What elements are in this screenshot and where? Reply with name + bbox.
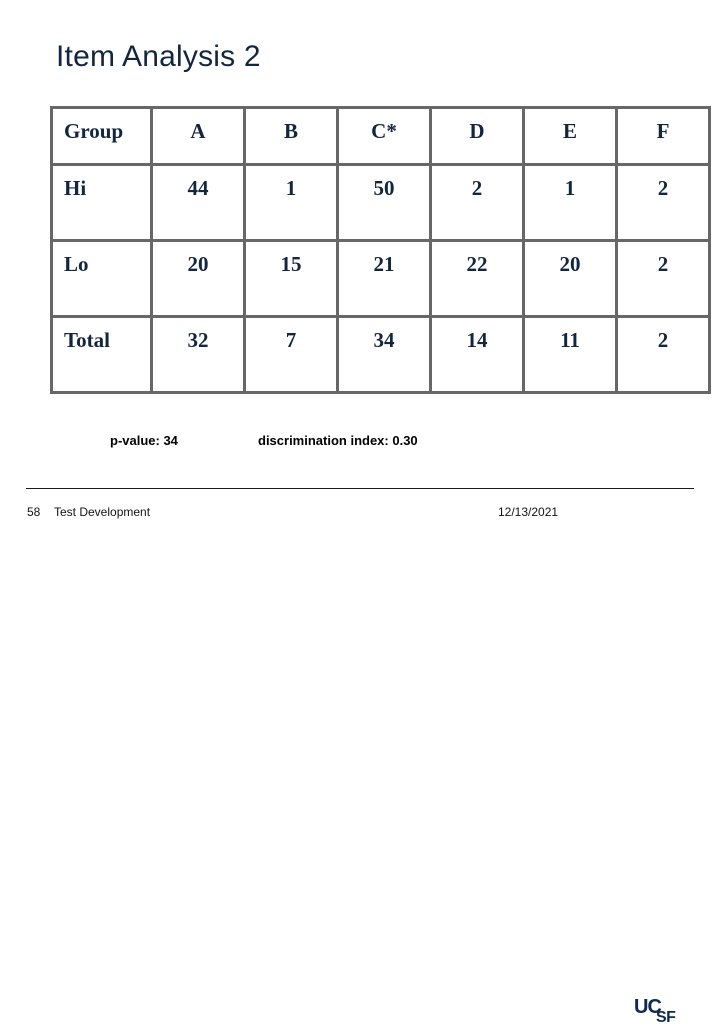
column-header-d: D xyxy=(429,106,525,166)
column-header-c-key: C* xyxy=(336,106,432,166)
row-label-hi: Hi xyxy=(50,163,153,242)
cell-hi-f: 2 xyxy=(615,163,711,242)
footer-date: 12/13/2021 xyxy=(498,505,559,519)
statistics-row: p-value: 34 discrimination index: 0.30 xyxy=(0,432,720,454)
cell-hi-b: 1 xyxy=(243,163,339,242)
p-value-label: p-value: 34 xyxy=(110,433,178,448)
cell-total-a: 32 xyxy=(150,315,246,394)
item-analysis-table-container: Group A B C* D E F Hi 44 1 50 2 1 2 Lo 2… xyxy=(50,106,711,394)
cell-lo-e: 20 xyxy=(522,239,618,318)
row-label-lo: Lo xyxy=(50,239,153,318)
cell-lo-d: 22 xyxy=(429,239,525,318)
svg-text:SF: SF xyxy=(656,1009,676,1026)
item-analysis-table: Group A B C* D E F Hi 44 1 50 2 1 2 Lo 2… xyxy=(50,106,711,394)
column-header-e: E xyxy=(522,106,618,166)
cell-total-c: 34 xyxy=(336,315,432,394)
cell-total-f: 2 xyxy=(615,315,711,394)
cell-lo-c: 21 xyxy=(336,239,432,318)
column-header-f: F xyxy=(615,106,711,166)
footer-divider xyxy=(26,488,694,489)
cell-hi-a: 44 xyxy=(150,163,246,242)
cell-hi-d: 2 xyxy=(429,163,525,242)
column-header-b: B xyxy=(243,106,339,166)
page-title: Item Analysis 2 xyxy=(56,40,261,73)
table-row: Total 32 7 34 14 11 2 xyxy=(50,315,711,394)
cell-total-e: 11 xyxy=(522,315,618,394)
cell-lo-a: 20 xyxy=(150,239,246,318)
cell-total-d: 14 xyxy=(429,315,525,394)
table-row: Hi 44 1 50 2 1 2 xyxy=(50,163,711,242)
ucsf-logo-icon: UC SF xyxy=(634,996,698,1026)
slide-number: 58 xyxy=(27,505,41,519)
cell-lo-f: 2 xyxy=(615,239,711,318)
discrimination-index-label: discrimination index: 0.30 xyxy=(258,433,418,448)
row-label-total: Total xyxy=(50,315,153,394)
cell-hi-c: 50 xyxy=(336,163,432,242)
cell-lo-b: 15 xyxy=(243,239,339,318)
column-header-a: A xyxy=(150,106,246,166)
column-header-group: Group xyxy=(50,106,153,166)
table-row: Lo 20 15 21 22 20 2 xyxy=(50,239,711,318)
table-header-row: Group A B C* D E F xyxy=(50,106,711,166)
cell-total-b: 7 xyxy=(243,315,339,394)
footer: 58 Test Development 12/13/2021 UC SF xyxy=(0,498,720,1026)
footer-section-label: Test Development xyxy=(54,505,151,519)
cell-hi-e: 1 xyxy=(522,163,618,242)
